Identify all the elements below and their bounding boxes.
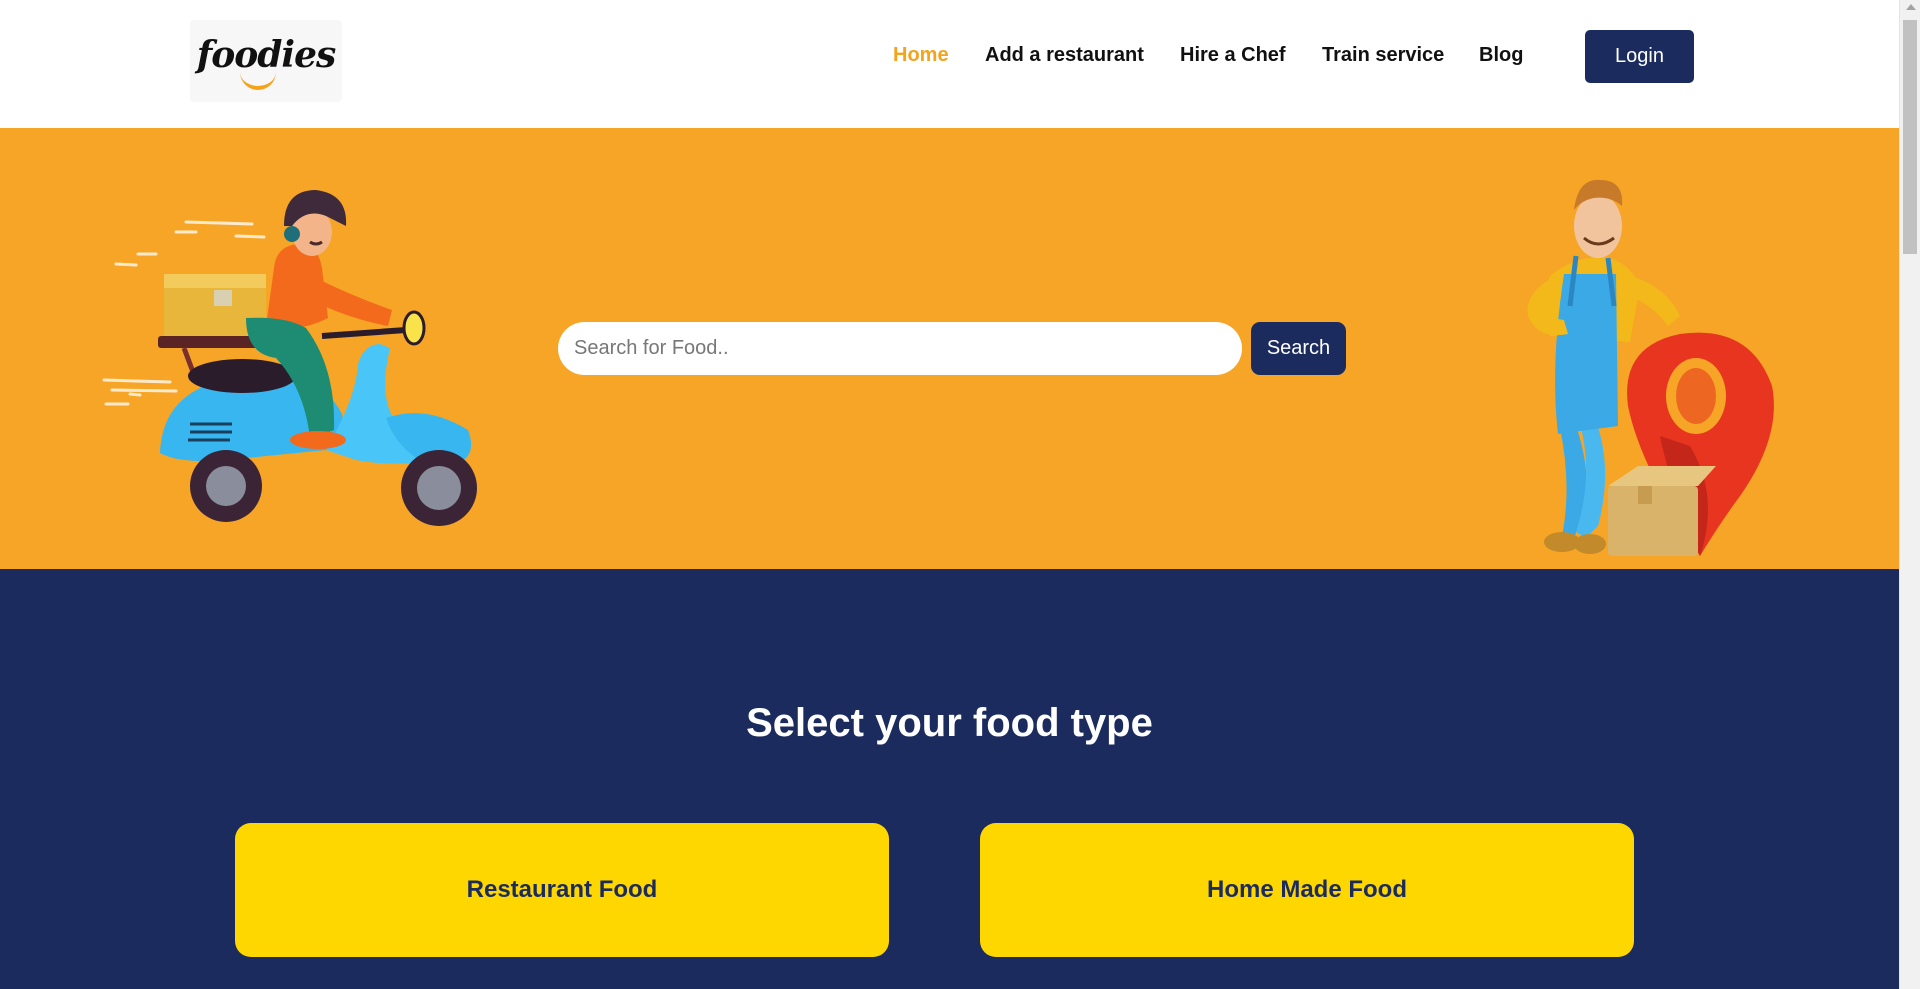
nav-item-blog[interactable]: Blog [1479, 44, 1523, 67]
search-button[interactable]: Search [1251, 322, 1346, 375]
brand-logo[interactable]: foodies [190, 20, 342, 102]
nav-item-home[interactable]: Home [893, 44, 949, 67]
home-made-food-card[interactable]: Home Made Food [980, 823, 1634, 957]
restaurant-food-label: Restaurant Food [466, 876, 658, 903]
section-title: Select your food type [746, 701, 1153, 745]
courier-location-pin-illustration [1527, 179, 1774, 556]
home-made-food-label: Home Made Food [1206, 876, 1407, 903]
delivery-scooter-illustration [102, 190, 477, 526]
smile-icon [240, 72, 276, 90]
page: foodies Home Add a restaurant Hire a Che… [0, 0, 1899, 989]
login-button[interactable]: Login [1585, 30, 1694, 83]
navbar: foodies Home Add a restaurant Hire a Che… [0, 0, 1899, 128]
food-type-section: Select your food type Restaurant Food Ho… [0, 569, 1899, 989]
search-input[interactable] [558, 322, 1242, 375]
restaurant-food-card[interactable]: Restaurant Food [235, 823, 889, 957]
vertical-scrollbar[interactable] [1899, 0, 1920, 989]
logo-text: foodies [196, 34, 337, 76]
nav-item-train-service[interactable]: Train service [1322, 44, 1444, 67]
nav-item-hire-chef[interactable]: Hire a Chef [1180, 44, 1286, 67]
nav-item-add-restaurant[interactable]: Add a restaurant [985, 44, 1144, 67]
scrollbar-thumb[interactable] [1903, 20, 1917, 254]
hero-banner: Search [0, 128, 1899, 569]
scroll-up-arrow-icon[interactable] [1906, 4, 1916, 10]
